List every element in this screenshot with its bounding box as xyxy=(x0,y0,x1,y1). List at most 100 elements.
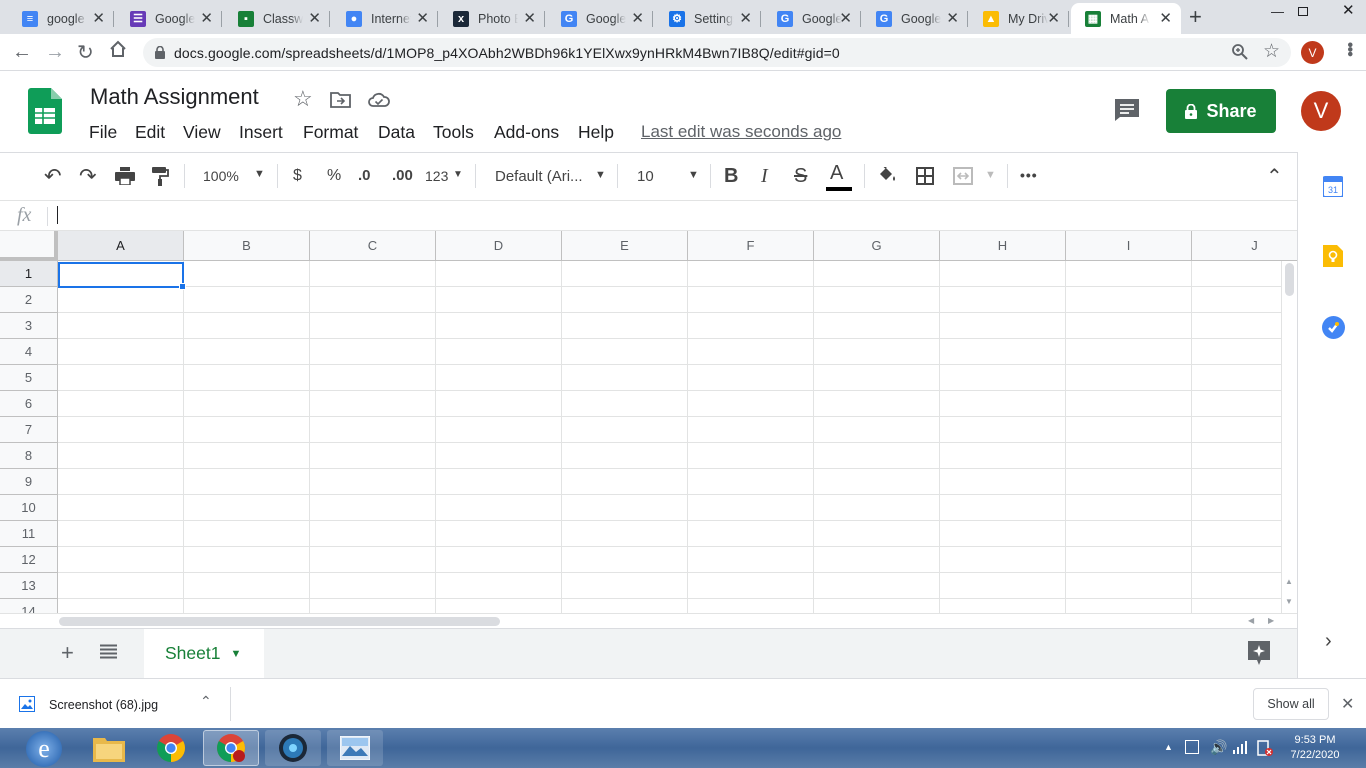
font-dropdown-icon[interactable]: ▼ xyxy=(595,169,606,181)
zoom-select[interactable]: 100% xyxy=(203,168,239,184)
horizontal-scroll-thumb[interactable] xyxy=(59,617,500,626)
currency-format-button[interactable]: $ xyxy=(293,167,302,185)
scroll-up-icon[interactable]: ▲ xyxy=(1285,577,1293,586)
select-all-corner[interactable] xyxy=(0,231,58,261)
action-center-icon[interactable] xyxy=(1185,740,1199,754)
lock-icon[interactable] xyxy=(155,45,165,62)
row-header-3[interactable]: 3 xyxy=(0,313,58,339)
column-header-b[interactable]: B xyxy=(184,231,310,261)
tasks-icon[interactable] xyxy=(1322,316,1345,342)
home-icon[interactable] xyxy=(109,40,127,61)
file-explorer-icon[interactable] xyxy=(81,730,137,766)
borders-icon[interactable] xyxy=(916,167,934,190)
chrome-icon[interactable] xyxy=(143,730,199,766)
row-header-9[interactable]: 9 xyxy=(0,469,58,495)
row-header-4[interactable]: 4 xyxy=(0,339,58,365)
print-icon[interactable] xyxy=(115,167,135,190)
spreadsheet-grid[interactable]: A B C D E F G H I J 1 2 3 4 5 6 7 8 9 10 11 12 13 14 ▲ ▼ xyxy=(0,231,1297,613)
menu-format[interactable]: Format xyxy=(303,122,358,143)
column-header-j[interactable]: J xyxy=(1192,231,1297,261)
row-header-11[interactable]: 11 xyxy=(0,521,58,547)
browser-tab[interactable]: ▲ My Driv ✕ xyxy=(969,3,1069,34)
close-tab-icon[interactable]: ✕ xyxy=(523,11,536,26)
close-tab-icon[interactable]: ✕ xyxy=(92,11,105,26)
menu-edit[interactable]: Edit xyxy=(135,122,165,143)
battery-alert-icon[interactable] xyxy=(1257,740,1273,759)
collapse-menus-icon[interactable]: ⌃ xyxy=(1266,164,1283,189)
show-hidden-icons[interactable]: ▲ xyxy=(1164,742,1173,752)
zoom-dropdown-icon[interactable]: ▼ xyxy=(254,168,265,180)
fill-handle[interactable] xyxy=(179,283,186,290)
merge-cells-icon[interactable] xyxy=(953,167,973,190)
menu-data[interactable]: Data xyxy=(378,122,415,143)
browser-tab[interactable]: G Google ✕ xyxy=(763,3,861,34)
comments-icon[interactable] xyxy=(1114,98,1140,125)
font-family-select[interactable]: Default (Ari... xyxy=(495,168,583,185)
close-tab-icon[interactable]: ✕ xyxy=(1159,11,1172,26)
vertical-scroll-thumb[interactable] xyxy=(1285,263,1294,296)
column-header-h[interactable]: H xyxy=(940,231,1066,261)
browser-tab[interactable]: x Photo E ✕ xyxy=(439,3,545,34)
formula-input[interactable] xyxy=(57,206,1297,226)
media-player-icon[interactable] xyxy=(265,730,321,766)
menu-help[interactable]: Help xyxy=(578,122,614,143)
menu-view[interactable]: View xyxy=(183,122,221,143)
row-header-7[interactable]: 7 xyxy=(0,417,58,443)
system-clock[interactable]: 9:53 PM 7/22/2020 xyxy=(1284,733,1346,763)
scroll-right-icon[interactable]: ▶ xyxy=(1268,616,1274,625)
cloud-saved-icon[interactable] xyxy=(368,92,390,110)
star-icon[interactable]: ☆ xyxy=(293,86,313,112)
download-options-icon[interactable]: ⌃ xyxy=(200,693,212,710)
column-header-g[interactable]: G xyxy=(814,231,940,261)
column-header-e[interactable]: E xyxy=(562,231,688,261)
back-icon[interactable]: ← xyxy=(12,41,32,64)
account-avatar[interactable]: V xyxy=(1301,91,1341,131)
redo-icon[interactable]: ↷ xyxy=(79,164,97,189)
close-tab-icon[interactable]: ✕ xyxy=(200,11,213,26)
menu-addons[interactable]: Add-ons xyxy=(494,122,559,143)
row-header-1[interactable]: 1 xyxy=(0,261,58,287)
bookmark-star-icon[interactable]: ☆ xyxy=(1263,40,1280,63)
row-header-2[interactable]: 2 xyxy=(0,287,58,313)
percent-format-button[interactable]: % xyxy=(327,167,341,185)
paint-format-icon[interactable] xyxy=(152,167,169,191)
ie-icon[interactable]: e xyxy=(26,731,62,767)
decrease-decimal-button[interactable]: .0 xyxy=(358,167,371,184)
sheet-tab-sheet1[interactable]: Sheet1 ▼ xyxy=(144,629,264,678)
browser-profile-avatar[interactable]: V xyxy=(1301,41,1324,64)
new-tab-button[interactable]: + xyxy=(1189,6,1202,28)
browser-tab[interactable]: ≡ google ✕ xyxy=(8,3,114,34)
merge-dropdown-icon[interactable]: ▼ xyxy=(985,169,996,181)
bold-button[interactable]: B xyxy=(724,165,738,188)
increase-decimal-button[interactable]: .00 xyxy=(392,167,413,184)
browser-tab[interactable]: G Google ✕ xyxy=(547,3,653,34)
column-header-c[interactable]: C xyxy=(310,231,436,261)
photo-viewer-icon[interactable] xyxy=(327,730,383,766)
close-tab-icon[interactable]: ✕ xyxy=(416,11,429,26)
browser-tab[interactable]: G Google ✕ xyxy=(862,3,968,34)
row-header-5[interactable]: 5 xyxy=(0,365,58,391)
keep-icon[interactable] xyxy=(1323,245,1343,270)
browser-tab[interactable]: ▦ Math A ✕ xyxy=(1071,3,1181,34)
share-button[interactable]: Share xyxy=(1166,89,1276,133)
column-header-a[interactable]: A xyxy=(58,231,184,261)
close-download-shelf-icon[interactable]: ✕ xyxy=(1341,694,1354,714)
all-sheets-icon[interactable] xyxy=(100,644,117,662)
text-color-button[interactable]: A xyxy=(830,162,843,185)
minimize-button[interactable]: — xyxy=(1271,4,1284,19)
row-header-14[interactable]: 14 xyxy=(0,599,58,613)
row-header-10[interactable]: 10 xyxy=(0,495,58,521)
close-window-button[interactable]: ✕ xyxy=(1342,1,1355,19)
more-options-button[interactable]: ••• xyxy=(1020,167,1038,183)
menu-file[interactable]: File xyxy=(89,122,117,143)
scroll-left-icon[interactable]: ◀ xyxy=(1248,616,1254,625)
document-title[interactable]: Math Assignment xyxy=(90,84,259,110)
font-size-select[interactable]: 10 xyxy=(637,168,654,185)
browser-tab[interactable]: ▪ Classwo ✕ xyxy=(224,3,330,34)
menu-insert[interactable]: Insert xyxy=(239,122,283,143)
chrome-active-icon[interactable] xyxy=(203,730,259,766)
more-formats-button[interactable]: 123 xyxy=(425,168,448,184)
zoom-icon[interactable] xyxy=(1231,43,1249,64)
explore-icon[interactable] xyxy=(1248,641,1270,668)
browser-menu-icon[interactable]: ••• xyxy=(1340,42,1358,56)
